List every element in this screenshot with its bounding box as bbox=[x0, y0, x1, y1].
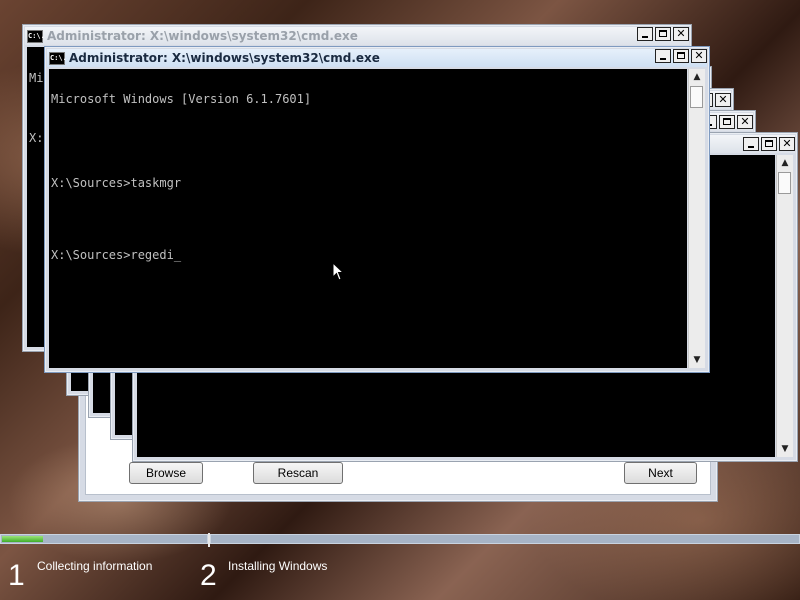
setup-progress-bar: 1 Collecting information 2 Installing Wi… bbox=[0, 531, 800, 600]
cmd-window-back-titlebar[interactable]: C:\. Administrator: X:\windows\system32\c… bbox=[25, 27, 689, 45]
browse-button-label: Browse bbox=[145, 466, 186, 480]
console-line: X:\Sources>taskmgr bbox=[51, 176, 182, 190]
setup-progress-track-1 bbox=[0, 534, 208, 544]
maximize-icon[interactable] bbox=[655, 27, 671, 41]
minimize-icon[interactable] bbox=[743, 137, 759, 151]
cmd-window-front[interactable]: C:\. Administrator: X:\windows\system32\c… bbox=[44, 46, 710, 373]
cmd-window-back-controls: ✕ bbox=[637, 27, 689, 41]
browse-button[interactable]: Browse bbox=[129, 462, 203, 484]
step-label-1: Collecting information bbox=[37, 559, 153, 573]
setup-progress-track-2 bbox=[210, 534, 800, 544]
cmd-window-front-title: Administrator: X:\windows\system32\cmd.e… bbox=[69, 51, 380, 65]
mouse-pointer-icon bbox=[332, 262, 345, 281]
cmd-icon: C:\. bbox=[49, 52, 67, 65]
maximize-icon[interactable] bbox=[719, 115, 735, 129]
close-icon[interactable]: ✕ bbox=[715, 93, 731, 107]
scroll-up-icon[interactable]: ▲ bbox=[777, 155, 793, 171]
cmd-window-front-scrollbar[interactable]: ▲ ▼ bbox=[688, 69, 705, 368]
close-icon[interactable]: ✕ bbox=[691, 49, 707, 63]
cmd-window-stack-6-scrollbar[interactable]: ▲ ▼ bbox=[776, 155, 793, 457]
rescan-button[interactable]: Rescan bbox=[253, 462, 343, 484]
step-number-1: 1 bbox=[8, 559, 25, 592]
cmd-window-stack-6-controls: ✕ bbox=[743, 137, 795, 151]
scroll-down-icon[interactable]: ▼ bbox=[777, 441, 793, 457]
minimize-icon[interactable] bbox=[637, 27, 653, 41]
close-icon[interactable]: ✕ bbox=[737, 115, 753, 129]
scroll-thumb[interactable] bbox=[690, 86, 703, 108]
next-button-label: Next bbox=[648, 466, 673, 480]
cmd-window-back-title: Administrator: X:\windows\system32\cmd.e… bbox=[47, 29, 358, 43]
maximize-icon[interactable] bbox=[761, 137, 777, 151]
cmd-window-front-console[interactable]: Microsoft Windows [Version 6.1.7601] X:\… bbox=[49, 69, 687, 368]
setup-progress-fill bbox=[2, 536, 44, 542]
console-line: Microsoft Windows [Version 6.1.7601] bbox=[51, 92, 312, 106]
step-number-2: 2 bbox=[200, 559, 217, 592]
maximize-icon[interactable] bbox=[673, 49, 689, 63]
step-label-2: Installing Windows bbox=[228, 559, 328, 573]
scroll-up-icon[interactable]: ▲ bbox=[689, 69, 705, 85]
scroll-thumb[interactable] bbox=[778, 172, 791, 194]
cmd-window-front-titlebar[interactable]: C:\. Administrator: X:\windows\system32\c… bbox=[47, 49, 707, 67]
close-icon[interactable]: ✕ bbox=[779, 137, 795, 151]
scroll-down-icon[interactable]: ▼ bbox=[689, 352, 705, 368]
close-icon[interactable]: ✕ bbox=[673, 27, 689, 41]
next-button[interactable]: Next bbox=[624, 462, 697, 484]
minimize-icon[interactable] bbox=[655, 49, 671, 63]
cmd-icon: C:\. bbox=[27, 30, 45, 43]
cmd-window-front-controls: ✕ bbox=[655, 49, 707, 63]
console-line: X:\Sources>regedi_ bbox=[51, 248, 182, 262]
rescan-button-label: Rescan bbox=[277, 466, 319, 480]
